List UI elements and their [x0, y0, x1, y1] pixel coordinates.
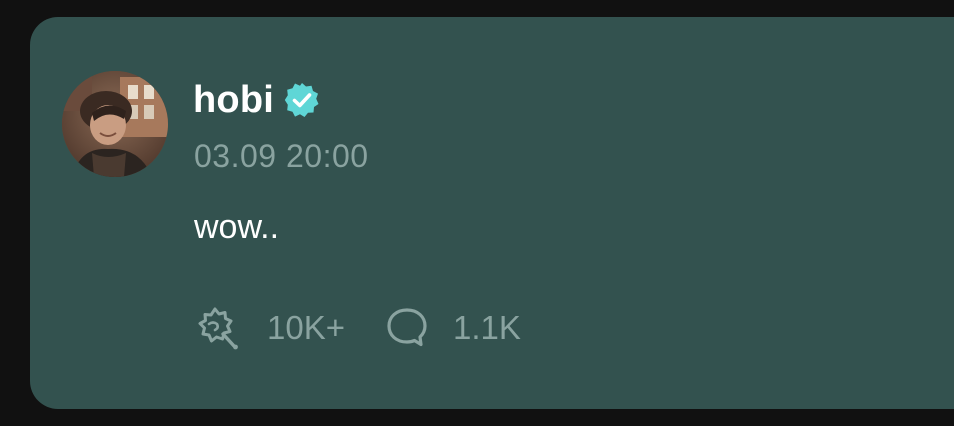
author-avatar[interactable]	[62, 71, 168, 177]
like-button[interactable]: 10K+	[193, 304, 345, 350]
post-card[interactable]	[30, 17, 954, 409]
author-username[interactable]: hobi	[193, 81, 274, 119]
post-timestamp: 03.09 20:00	[194, 138, 369, 174]
avatar-image	[62, 71, 168, 177]
comment-bubble-icon	[383, 304, 433, 350]
post-actions-bar: 10K+ 1.1K	[193, 304, 521, 350]
post-body-text: wow..	[194, 208, 280, 246]
comment-count: 1.1K	[453, 308, 521, 346]
comment-button[interactable]: 1.1K	[383, 304, 521, 350]
like-reaction-icon	[193, 304, 243, 350]
verified-badge-icon	[283, 81, 321, 119]
like-count: 10K+	[267, 308, 345, 346]
author-row: hobi	[193, 74, 321, 126]
